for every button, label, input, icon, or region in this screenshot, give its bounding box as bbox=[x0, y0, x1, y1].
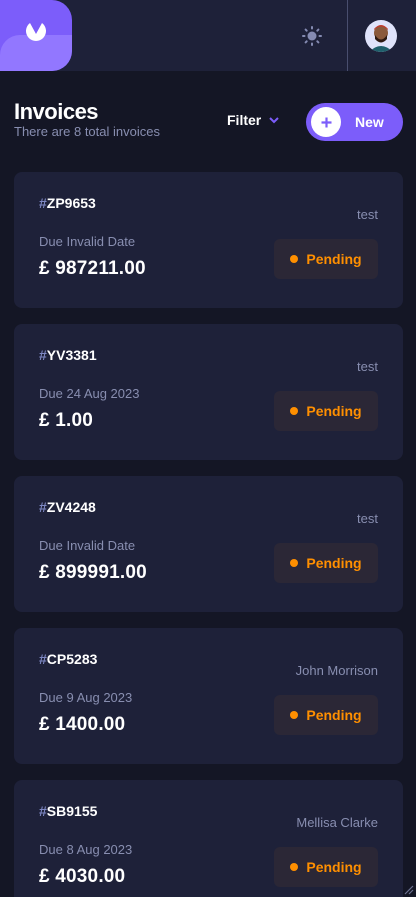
invoice-amount: £ 4030.00 bbox=[39, 866, 126, 887]
invoice-id: #YV3381 bbox=[39, 347, 97, 363]
user-avatar[interactable] bbox=[365, 20, 397, 52]
new-invoice-label: New bbox=[355, 114, 384, 130]
status-dot-icon bbox=[290, 863, 299, 871]
logo[interactable] bbox=[0, 0, 72, 71]
client-name: test bbox=[357, 511, 378, 526]
client-name: John Morrison bbox=[295, 663, 378, 678]
header-divider bbox=[347, 0, 348, 71]
status-dot-icon bbox=[290, 711, 299, 719]
status-dot-icon bbox=[290, 559, 299, 567]
client-name: test bbox=[357, 207, 378, 222]
status-badge: Pending bbox=[274, 847, 378, 887]
chevron-down-icon bbox=[269, 116, 279, 123]
status-label: Pending bbox=[306, 555, 362, 571]
sun-icon bbox=[302, 26, 322, 46]
status-label: Pending bbox=[306, 403, 362, 419]
status-badge: Pending bbox=[274, 543, 378, 583]
logo-icon bbox=[26, 23, 46, 41]
invoice-id: #CP5283 bbox=[39, 651, 98, 667]
plus-icon bbox=[311, 107, 341, 137]
invoice-card[interactable]: #SB9155 Mellisa Clarke Due 8 Aug 2023 £ … bbox=[14, 780, 403, 897]
invoice-count: There are 8 total invoices bbox=[14, 124, 160, 139]
invoice-card[interactable]: #CP5283 John Morrison Due 9 Aug 2023 £ 1… bbox=[14, 628, 403, 764]
page-heading: Invoices There are 8 total invoices bbox=[14, 99, 160, 140]
avatar-icon bbox=[365, 20, 397, 52]
due-date: Due 24 Aug 2023 bbox=[39, 386, 140, 401]
due-date: Due 8 Aug 2023 bbox=[39, 842, 133, 857]
status-label: Pending bbox=[306, 859, 362, 875]
invoice-card[interactable]: #ZP9653 test Due Invalid Date £ 987211.0… bbox=[14, 172, 403, 308]
status-dot-icon bbox=[290, 407, 299, 415]
filter-dropdown[interactable]: Filter bbox=[227, 111, 279, 129]
top-bar bbox=[0, 0, 416, 71]
theme-toggle-button[interactable] bbox=[300, 24, 324, 48]
invoice-id: #ZP9653 bbox=[39, 195, 96, 211]
invoice-card[interactable]: #YV3381 test Due 24 Aug 2023 £ 1.00 Pend… bbox=[14, 324, 403, 460]
invoice-id: #SB9155 bbox=[39, 803, 98, 819]
invoice-amount: £ 1.00 bbox=[39, 410, 94, 431]
invoice-card[interactable]: #ZV4248 test Due Invalid Date £ 899991.0… bbox=[14, 476, 403, 612]
status-label: Pending bbox=[306, 251, 362, 267]
status-badge: Pending bbox=[274, 239, 378, 279]
page-title: Invoices bbox=[14, 99, 99, 124]
invoice-amount: £ 899991.00 bbox=[39, 562, 147, 583]
due-date: Due Invalid Date bbox=[39, 538, 136, 553]
resize-grip-icon[interactable] bbox=[402, 883, 414, 895]
due-date: Due 9 Aug 2023 bbox=[39, 690, 133, 705]
new-invoice-button[interactable]: New bbox=[306, 103, 403, 141]
client-name: Mellisa Clarke bbox=[296, 815, 378, 830]
status-badge: Pending bbox=[274, 695, 378, 735]
invoice-id: #ZV4248 bbox=[39, 499, 96, 515]
status-badge: Pending bbox=[274, 391, 378, 431]
filter-label: Filter bbox=[227, 112, 262, 128]
status-label: Pending bbox=[306, 707, 362, 723]
invoice-amount: £ 987211.00 bbox=[39, 258, 146, 279]
client-name: test bbox=[357, 359, 378, 374]
invoice-amount: £ 1400.00 bbox=[39, 714, 126, 735]
due-date: Due Invalid Date bbox=[39, 234, 136, 249]
status-dot-icon bbox=[290, 255, 299, 263]
